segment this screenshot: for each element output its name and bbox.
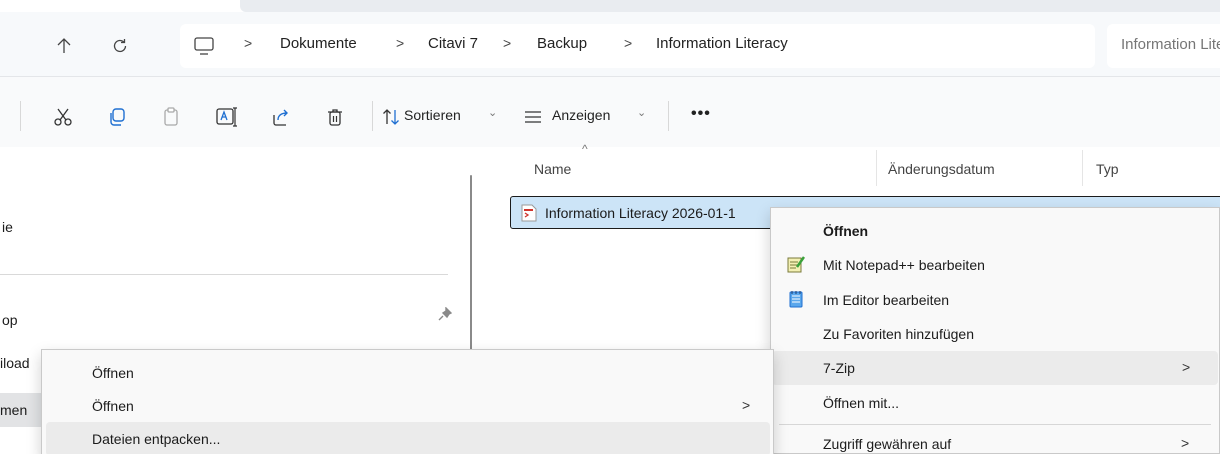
pin-icon[interactable] — [438, 306, 454, 323]
menu-item-7zip[interactable]: 7-Zip > — [772, 351, 1218, 385]
menu-item-open[interactable]: Öffnen — [823, 223, 868, 239]
toolbar-separator — [20, 101, 21, 131]
chevron-down-icon: ⌄ — [637, 107, 647, 119]
chevron-down-icon: ⌄ — [488, 107, 498, 119]
toolbar-separator — [372, 101, 373, 131]
notepad-plus-plus-icon — [787, 255, 806, 273]
toolbar-separator — [668, 101, 669, 131]
delete-icon[interactable] — [324, 106, 346, 128]
cut-icon[interactable] — [52, 106, 74, 128]
menu-item-open-with[interactable]: Öffnen mit... — [823, 395, 899, 411]
breadcrumb-separator-icon: > — [624, 35, 633, 51]
breadcrumb-separator-icon: > — [244, 35, 253, 51]
search-input[interactable]: Information Literacy durchsuchen — [1107, 24, 1220, 68]
nav-divider — [0, 274, 448, 275]
paste-icon — [160, 106, 182, 128]
up-arrow-icon[interactable] — [52, 34, 76, 58]
tab-strip — [240, 0, 1220, 12]
submenu-7zip: Öffnen Öffnen > Dateien entpacken... — [41, 349, 774, 454]
breadcrumb-separator-icon: > — [503, 35, 512, 51]
sort-button[interactable]: Sortieren — [404, 107, 461, 123]
column-header-type[interactable]: Typ — [1096, 161, 1119, 177]
copy-icon[interactable] — [106, 106, 128, 128]
menu-item-add-favorites[interactable]: Zu Favoriten hinzufügen — [823, 326, 974, 342]
nav-item[interactable]: men — [0, 402, 27, 418]
column-header-name[interactable]: Name — [534, 161, 571, 177]
menu-item-edit-editor[interactable]: Im Editor bearbeiten — [823, 292, 949, 308]
context-menu: Öffnen Mit Notepad++ bearbeiten Im Edito… — [770, 207, 1220, 454]
refresh-icon[interactable] — [108, 34, 132, 58]
address-row: > Dokumente > Citavi 7 > Backup > Inform… — [0, 12, 1220, 76]
submenu-item-open[interactable]: Öffnen — [92, 365, 134, 381]
notepad-icon — [787, 290, 805, 308]
column-divider[interactable] — [1082, 150, 1083, 186]
menu-item-grant-access[interactable]: Zugriff gewähren auf — [823, 436, 951, 452]
menu-item-edit-notepad-plus-plus[interactable]: Mit Notepad++ bearbeiten — [823, 257, 985, 273]
chevron-right-icon: > — [742, 397, 751, 413]
chevron-right-icon: > — [1181, 435, 1190, 451]
more-options-button[interactable]: ••• — [691, 105, 711, 123]
rename-icon[interactable] — [216, 106, 238, 128]
submenu-item-extract[interactable]: Dateien entpacken... — [46, 422, 770, 454]
breadcrumb-item-dokumente[interactable]: Dokumente — [280, 35, 357, 52]
breadcrumb-item-citavi[interactable]: Citavi 7 — [428, 35, 478, 52]
file-icon — [521, 204, 537, 222]
view-icon[interactable] — [522, 106, 544, 128]
menu-separator — [779, 424, 1211, 425]
share-icon[interactable] — [270, 106, 292, 128]
column-header-date[interactable]: Änderungsdatum — [888, 161, 995, 177]
submenu-item-open-archive[interactable]: Öffnen — [92, 398, 134, 414]
nav-item[interactable]: ie — [2, 219, 13, 235]
file-name[interactable]: Information Literacy 2026-01-1 — [545, 205, 736, 221]
breadcrumb-item-backup[interactable]: Backup — [537, 35, 587, 52]
submenu-item-label: Dateien entpacken... — [92, 431, 221, 447]
scrollbar[interactable] — [470, 175, 472, 350]
breadcrumb-separator-icon: > — [396, 35, 405, 51]
nav-item[interactable]: op — [2, 312, 18, 328]
breadcrumb-item-information-literacy[interactable]: Information Literacy — [656, 35, 788, 52]
sort-icon[interactable] — [380, 106, 402, 128]
view-button[interactable]: Anzeigen — [552, 107, 610, 123]
column-divider[interactable] — [876, 150, 877, 186]
sort-ascending-icon: ^ — [582, 142, 588, 156]
command-bar: Sortieren ⌄ Anzeigen ⌄ ••• — [0, 77, 1220, 147]
nav-item[interactable]: iload — [0, 355, 30, 371]
menu-item-label: 7-Zip — [823, 360, 855, 376]
this-pc-icon[interactable] — [192, 34, 216, 58]
chevron-right-icon: > — [1182, 359, 1191, 375]
